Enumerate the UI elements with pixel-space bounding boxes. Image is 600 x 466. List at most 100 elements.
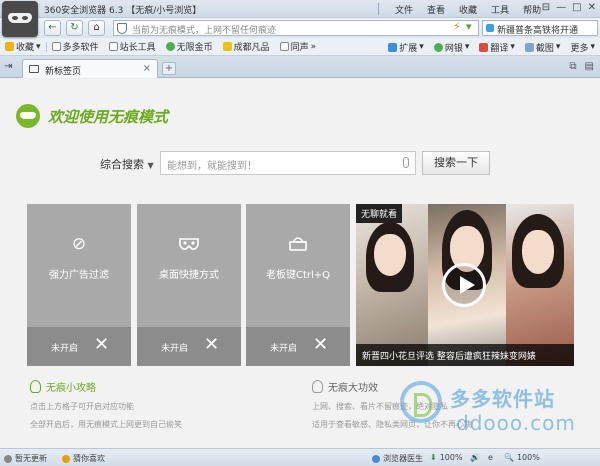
bookmark-coins[interactable]: 无限金币 [161,40,218,53]
bookmarks-bar: 收藏 ▾ 多多软件 站长工具 无限金币 成都凡品 同声 » 扩展 ▾ 网银 ▾ … [0,38,600,56]
translate-icon [479,42,489,52]
page-title: 欢迎使用无痕模式 [48,107,169,126]
tab-menu-icon[interactable]: ▤ [585,61,594,72]
star-icon [5,42,14,51]
home-button[interactable]: ⌂ [88,20,105,36]
menu-help[interactable]: 帮助 [523,3,541,16]
zoom-icon: 🔍 [504,453,514,462]
page-icon [279,42,289,51]
card-ad-filter[interactable]: ⊘ 强力广告过滤 未开启 ✕ [27,204,131,366]
browser-doctor[interactable]: 浏览器医生 [372,453,423,464]
minimize-icon[interactable]: — [556,2,566,13]
close-icon[interactable]: ✕ [94,334,109,356]
block-icon: ⊘ [71,234,87,254]
speaker-icon[interactable]: 🔊 [470,453,480,462]
window-controls: ⊟ — □ ✕ [542,2,596,13]
shield-check-icon [433,42,443,52]
boss-key-icon [288,234,308,254]
menu-favorites[interactable]: 收藏 [459,3,477,16]
menu-file[interactable]: 文件 [395,3,413,16]
tab-restore-icon[interactable]: ⧉ [569,61,576,72]
search-engine-icon [486,24,494,32]
lightning-icon[interactable]: ⚡ [453,20,461,33]
card-title: 老板键Ctrl+Q [265,270,331,281]
folder-icon [222,42,232,51]
close-icon[interactable]: ✕ [204,334,219,356]
card-boss-key[interactable]: 老板键Ctrl+Q 未开启 ✕ [246,204,350,366]
recommend-link[interactable]: 猜你喜欢 [62,453,105,464]
bookmark-webmaster[interactable]: 站长工具 [104,40,161,53]
play-icon[interactable] [442,263,486,307]
browser-logo-icon[interactable] [2,1,38,37]
page-icon [51,42,61,51]
caret-down-icon: ▼ [147,161,154,170]
card-title: 强力广告过滤 [49,270,109,281]
status-bar: 暂无更新 猜你喜欢 浏览器医生 ⬇ 100% 🔊 e 🔍 100% [0,448,600,466]
scissors-icon [524,42,534,52]
watermark-text: 多多软件站 [450,387,555,411]
grid-icon [388,42,398,52]
card-title: 桌面快捷方式 [159,270,219,281]
bookmark-tongsheng[interactable]: 同声 » [275,40,322,53]
card-state: 未开启 [51,344,79,354]
menu-bar: 文件 查看 收藏 工具 帮助 [395,3,541,16]
close-icon[interactable]: ✕ [588,2,596,13]
url-input[interactable]: 当前为无痕模式，上网不留任何痕迹 [113,20,479,36]
tips-left-line: 全部开启后，用无痕模式上网更到自己偷笑 [30,420,182,429]
screenshot-button[interactable]: 截图 ▾ [520,41,566,54]
title-separator [378,3,379,15]
tab-new-tab-page[interactable]: 新标签页 × [22,59,158,78]
update-status[interactable]: 暂无更新 [4,453,47,464]
search-input[interactable]: 新疆普条高铁将开通 [482,20,598,36]
maximize-icon[interactable]: □ [572,2,581,13]
back-button[interactable]: ← [44,20,61,36]
zoom-level[interactable]: 🔍 100% [504,453,540,462]
ie-icon[interactable]: e [488,453,493,462]
card-footer: 未开启 ✕ [27,327,131,366]
url-placeholder: 当前为无痕模式，上网不留任何痕迹 [132,26,277,36]
card-footer: 未开启 ✕ [246,327,350,366]
bookmark-chengdu[interactable]: 成都凡品 [218,40,275,53]
download-status[interactable]: ⬇ 100% [430,453,463,462]
dropdown-icon[interactable]: ▾ [466,20,472,33]
more-button[interactable]: 更多 ▾ [565,41,600,54]
watermark-url: ddooo.com [456,411,576,435]
face-shape [522,230,554,274]
microphone-icon[interactable] [403,157,409,168]
page-search-placeholder: 能想到，就能搜到！ [167,161,257,172]
watermark-logo-icon [400,381,442,423]
translate-button[interactable]: 翻译 ▾ [474,41,520,54]
close-icon[interactable]: ✕ [313,334,328,356]
brand-header: 欢迎使用无痕模式 [16,104,168,128]
bookmark-duoduo[interactable]: 多多软件 [47,40,104,53]
face-shape [374,234,406,276]
watermark: 多多软件站 ddooo.com [400,381,600,441]
new-tab-button[interactable]: + [162,62,176,75]
video-caption[interactable]: 新晋四小花旦评选 整容后遭疯狂辣妹变网婊 [356,344,574,366]
video-tag: 无聊就看 [356,204,403,223]
card-state: 未开启 [270,344,298,354]
new-tab-content: 欢迎使用无痕模式 综合搜索 ▼ 能想到，就能搜到！ 搜索一下 ⊘ 强力广告过滤 … [0,79,600,448]
search-type-dropdown[interactable]: 综合搜索 ▼ [100,156,154,172]
tab-label: 新标签页 [45,67,82,77]
restore-icon[interactable]: ⊟ [542,2,550,13]
search-button[interactable]: 搜索一下 [422,151,490,175]
leaf-icon [165,42,175,51]
refresh-button[interactable]: ↻ [66,20,83,36]
menu-tools[interactable]: 工具 [491,3,509,16]
card-desktop-shortcut[interactable]: 桌面快捷方式 未开启 ✕ [137,204,241,366]
extensions-button[interactable]: 扩展 ▾ [383,41,429,54]
sidebar-toggle-icon[interactable]: ⇥ [4,61,12,72]
video-photo [356,204,428,366]
bank-button[interactable]: 网银 ▾ [429,41,475,54]
page-search-input[interactable]: 能想到，就能搜到！ [160,151,416,175]
heart-icon [62,454,70,463]
menu-view[interactable]: 查看 [427,3,445,16]
bookmark-favorites[interactable]: 收藏 ▾ [0,40,46,53]
video-photo [506,204,574,366]
tips-left-line: 点击上方格子可开启对应功能 [30,402,134,411]
bookmarks-right: 扩展 ▾ 网银 ▾ 翻译 ▾ 截图 ▾ 更多 ▾ [383,38,600,56]
video-thumbnail[interactable]: 无聊就看 新晋四小花旦评选 整容后遭疯狂辣妹变网婊 [356,204,574,366]
mask-icon [179,234,199,254]
tab-close-icon[interactable]: × [143,63,151,74]
